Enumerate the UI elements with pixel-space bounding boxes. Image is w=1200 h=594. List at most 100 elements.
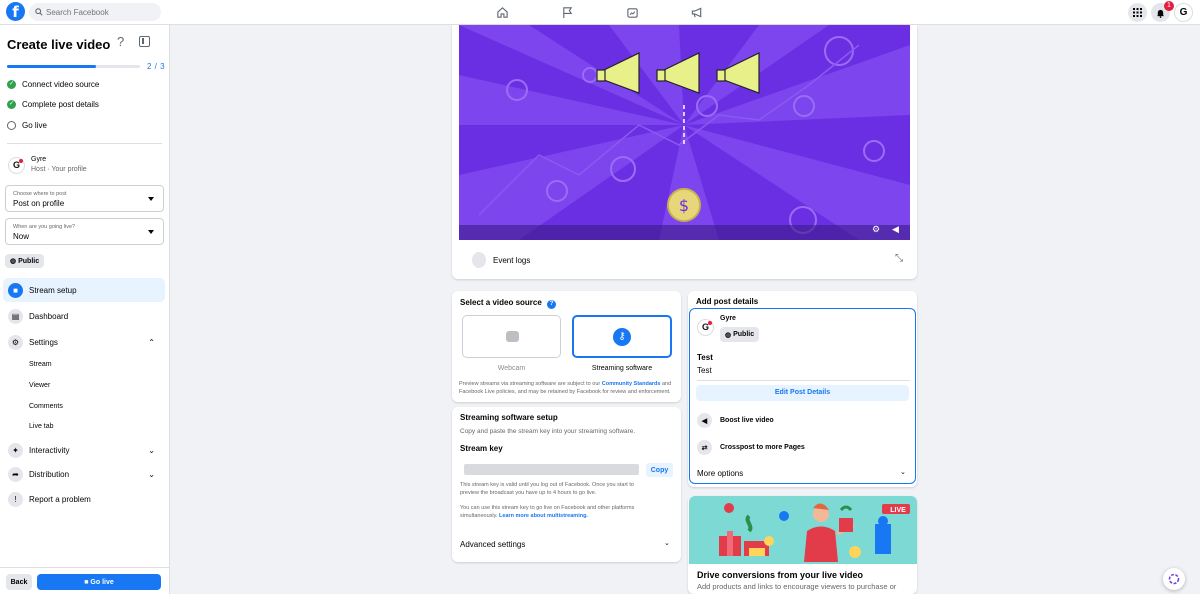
boost-live-video-option[interactable]: ◀ Boost live video (697, 413, 774, 428)
sidebar-item-stream-setup[interactable]: ■ Stream setup (3, 278, 165, 302)
progress-bar (7, 65, 140, 68)
post-title: Test (697, 353, 713, 362)
crosspost-icon: ⇄ (697, 440, 712, 455)
author-name: Gyre (720, 315, 736, 322)
bell-icon (1156, 9, 1165, 18)
note-text: and (660, 381, 672, 387)
notification-badge: 1 (1164, 1, 1174, 11)
sidebar-sub-comments[interactable]: Comments (29, 403, 63, 410)
video-source-title: Select a video source ? (460, 298, 557, 309)
chevron-down-icon[interactable]: ⌄ (900, 468, 906, 476)
help-icon[interactable]: ? (117, 34, 124, 49)
gaming-icon[interactable] (624, 4, 640, 20)
post-details-title: Add post details (696, 297, 759, 306)
chevron-down-icon[interactable]: ⌄ (664, 539, 670, 547)
streaming-software-option[interactable]: ⚷ (572, 315, 672, 358)
gear-icon[interactable]: ⚙ (872, 224, 880, 235)
select-label: When are you going live? (13, 224, 76, 230)
search-input[interactable] (46, 7, 156, 17)
select-value: Post on profile (13, 199, 65, 208)
option-label: Boost live video (720, 417, 774, 424)
video-preview[interactable]: $ ⚙ ◀ (459, 25, 910, 240)
divider (697, 380, 910, 381)
where-to-post-select[interactable]: Choose where to post Post on profile (5, 185, 164, 212)
sidebar-item-distribution[interactable]: ➦ Distribution ⌄ (3, 462, 165, 486)
profile-avatar-button[interactable]: G (1174, 3, 1193, 22)
event-logs-link[interactable]: Event logs (493, 256, 530, 265)
edit-post-details-button[interactable]: Edit Post Details (696, 385, 909, 401)
webcam-option[interactable] (462, 315, 561, 358)
top-nav: f 1 G (0, 0, 1200, 25)
flag-icon[interactable] (559, 4, 575, 20)
facebook-logo[interactable]: f (6, 2, 25, 21)
nav-label: Settings (29, 337, 58, 347)
sidebar-sub-viewer[interactable]: Viewer (29, 382, 50, 389)
collapse-icon[interactable]: ⤡ (895, 253, 903, 264)
post-body: Test (697, 366, 712, 375)
progress-fill (7, 65, 97, 68)
host-subtitle: Host · Your profile (31, 166, 87, 173)
sidebar-footer: Back ■ Go live (0, 567, 169, 594)
when-going-live-select[interactable]: When are you going live? Now (5, 218, 164, 245)
report-icon: ! (8, 491, 23, 507)
check-icon: ✓ (7, 80, 16, 89)
volume-icon[interactable]: ◀ (892, 224, 899, 235)
key-icon: ⚷ (613, 328, 631, 346)
crosspost-option[interactable]: ⇄ Crosspost to more Pages (697, 440, 805, 455)
chevron-up-icon: ⌃ (148, 337, 155, 347)
sidebar-item-dashboard[interactable]: ▤ Dashboard (3, 304, 165, 328)
home-icon[interactable] (494, 4, 510, 20)
sidebar-item-report-problem[interactable]: ! Report a problem (3, 487, 165, 511)
panel-toggle-icon[interactable] (139, 36, 150, 47)
advanced-settings-toggle[interactable]: Advanced settings (460, 540, 525, 549)
back-button[interactable]: Back (6, 574, 32, 590)
nav-label: Dashboard (29, 311, 69, 321)
chevron-down-icon: ⌄ (148, 445, 155, 455)
stream-key-validity-note: This stream key is valid until you log o… (460, 481, 680, 497)
note-text: Facebook Live policies, and may be retai… (459, 389, 671, 395)
step-go-live: Go live (7, 121, 47, 130)
divider (7, 143, 162, 144)
audience-button[interactable]: ◍ Public (5, 254, 45, 268)
multistreaming-link[interactable]: Learn more about multistreaming. (499, 513, 588, 519)
community-standards-link[interactable]: Community Standards (602, 381, 661, 387)
video-source-title-text: Select a video source (460, 298, 542, 307)
assistant-button[interactable] (1163, 568, 1185, 590)
coin-icon: $ (667, 188, 701, 222)
audience-label: Public (733, 331, 755, 338)
sidebar: Create live video ? 2 / 3 ✓ Connect vide… (0, 25, 170, 594)
sparkle-icon: ✦ (8, 442, 23, 458)
caret-down-icon (148, 197, 154, 201)
page-title: Create live video (7, 37, 111, 52)
progress-text: 2 / 3 (147, 62, 166, 71)
notifications-button[interactable]: 1 (1151, 1, 1174, 22)
copy-button[interactable]: Copy (646, 463, 673, 477)
live-badge: LIVE (890, 507, 906, 514)
empty-circle-icon (7, 121, 16, 130)
menu-grid-icon[interactable] (1128, 3, 1147, 22)
megaphone-icon: ◀ (697, 413, 712, 428)
option-label: Crosspost to more Pages (720, 444, 805, 451)
step-label: Go live (22, 121, 47, 130)
stream-key-label: Stream key (460, 444, 503, 453)
megaphone-icon[interactable] (689, 4, 705, 20)
sidebar-sub-live-tab[interactable]: Live tab (29, 423, 54, 430)
sidebar-sub-stream[interactable]: Stream (29, 361, 52, 368)
stream-key-field[interactable] (464, 464, 639, 475)
camera-icon (506, 331, 519, 342)
software-setup-desc: Copy and paste the stream key into your … (460, 428, 636, 435)
go-live-button[interactable]: ■ Go live (37, 574, 161, 590)
host-name: Gyre (31, 156, 47, 163)
post-audience-button[interactable]: ◍ Public (720, 327, 760, 342)
promo-subtitle: Add products and links to encourage view… (697, 582, 897, 591)
more-options-toggle[interactable]: More options (697, 469, 743, 478)
share-icon: ➦ (8, 466, 23, 482)
info-icon[interactable]: ? (547, 300, 557, 309)
camera-icon: ■ (8, 282, 23, 298)
nav-label: Report a problem (29, 494, 91, 504)
sidebar-item-interactivity[interactable]: ✦ Interactivity ⌄ (3, 438, 165, 462)
sidebar-item-settings[interactable]: ⚙ Settings ⌃ (3, 330, 165, 354)
nav-label: Interactivity (29, 445, 70, 455)
search-bar[interactable] (29, 3, 161, 21)
note-text: You can use this stream key to go live o… (460, 505, 635, 511)
